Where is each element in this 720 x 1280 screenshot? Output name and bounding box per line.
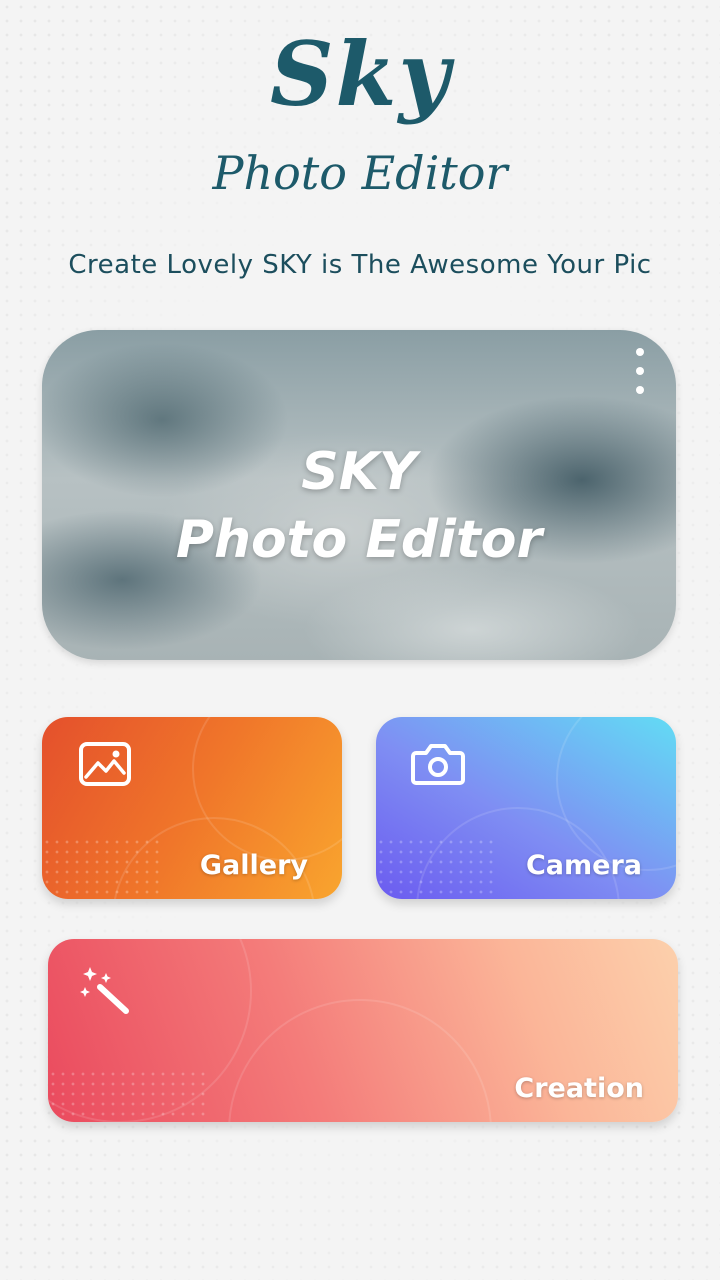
image-icon <box>78 741 132 791</box>
camera-button[interactable]: Camera <box>376 717 676 899</box>
hero-title-line1: SKY <box>301 442 417 502</box>
decor-ring <box>228 999 492 1122</box>
menu-dot <box>636 348 644 356</box>
creation-button[interactable]: Creation <box>48 939 678 1122</box>
gallery-button[interactable]: Gallery <box>42 717 342 899</box>
camera-icon <box>410 739 466 791</box>
menu-dot <box>636 367 644 375</box>
logo-photo-editor-text: Photo Editor <box>212 146 508 200</box>
hero-banner: SKY Photo Editor <box>42 330 676 660</box>
app-logo: Sky Photo Editor <box>0 20 720 220</box>
decor-dots <box>48 1069 208 1122</box>
magic-wand-icon <box>78 965 134 1021</box>
menu-dot <box>636 386 644 394</box>
decor-dots <box>376 837 496 899</box>
more-vert-icon[interactable] <box>628 348 652 394</box>
camera-label: Camera <box>525 850 642 881</box>
gallery-label: Gallery <box>199 850 308 881</box>
logo-sky-text: Sky <box>270 22 452 126</box>
creation-label: Creation <box>514 1073 644 1104</box>
tagline: Create Lovely SKY is The Awesome Your Pi… <box>68 250 652 280</box>
hero-title-line2: Photo Editor <box>175 510 543 570</box>
decor-dots <box>42 837 162 899</box>
